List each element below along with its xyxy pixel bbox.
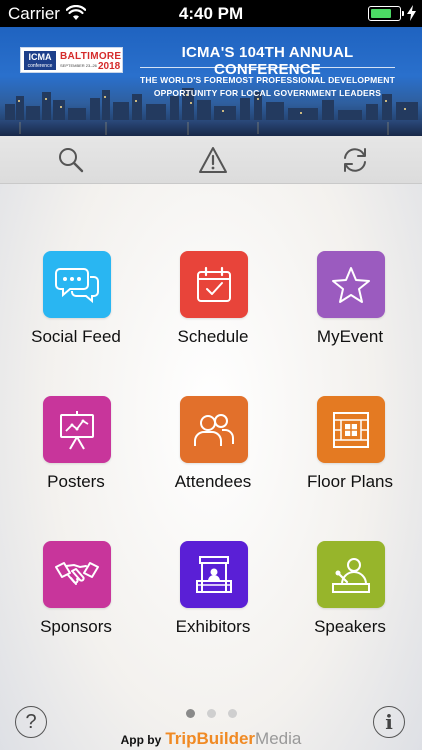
refresh-icon (344, 148, 366, 172)
menu-tile-icon-bg (43, 251, 111, 318)
menu-tile-label: Sponsors (40, 617, 112, 636)
banner-subtitle-line1: THE WORLD'S FOREMOST PROFESSIONAL DEVELO… (139, 75, 395, 85)
charging-bolt-icon (407, 5, 416, 26)
search-icon (59, 148, 84, 173)
menu-tile-social-feed[interactable]: Social Feed (11, 251, 141, 371)
icma-logo: ICMA conference (24, 51, 56, 70)
people-icon (194, 413, 234, 446)
menu-tile-exhibitors[interactable]: Exhibitors (148, 541, 278, 661)
menu-tile-posters[interactable]: Posters (11, 396, 141, 516)
warning-icon (199, 147, 227, 173)
menu-tile-label: Floor Plans (307, 472, 393, 491)
menu-tile-icon-bg (43, 541, 111, 608)
refresh-button[interactable] (338, 144, 372, 176)
menu-tile-label: Speakers (314, 617, 386, 636)
credit-brand-part2: Media (255, 729, 302, 748)
menu-tile-icon-bg (317, 251, 385, 318)
chat-bubbles-icon (55, 267, 99, 303)
app-credit: App by TripBuilderMedia (0, 729, 422, 749)
page-dot-2[interactable] (207, 709, 216, 718)
logo-org: ICMA (28, 52, 52, 62)
menu-tile-attendees[interactable]: Attendees (148, 396, 278, 516)
logo-dates: SEPTEMBER 23–26 (60, 63, 97, 68)
menu-tile-icon-bg (317, 396, 385, 463)
search-button[interactable] (54, 144, 88, 176)
menu-tile-icon-bg (180, 251, 248, 318)
menu-tile-icon-bg (43, 396, 111, 463)
clock: 4:40 PM (178, 4, 244, 23)
menu-tile-myevent[interactable]: MyEvent (285, 251, 415, 371)
menu-tile-label: Attendees (174, 472, 252, 491)
presentation-chart-icon (60, 410, 94, 450)
page-indicator[interactable] (183, 709, 243, 719)
calendar-check-icon (197, 266, 231, 302)
page-dot-1[interactable] (186, 709, 195, 718)
status-bar: Carrier 4:40 PM (0, 0, 422, 27)
booth-icon (196, 555, 232, 593)
banner-divider (140, 67, 395, 68)
credit-brand-part1: TripBuilder (165, 729, 256, 748)
speaker-icon (332, 557, 370, 593)
banner-subtitle: THE WORLD'S FOREMOST PROFESSIONAL DEVELO… (135, 74, 400, 100)
menu-tile-label: Social Feed (31, 327, 121, 346)
handshake-icon (55, 561, 99, 585)
toolbar (0, 136, 422, 184)
conference-banner: ICMA conference BALTIMORE SEPTEMBER 23–2… (0, 27, 422, 136)
logo-org-sub: conference (27, 63, 53, 69)
menu-tile-label: Schedule (177, 327, 249, 346)
menu-tile-label: Exhibitors (175, 617, 251, 636)
star-icon (332, 266, 370, 303)
alerts-button[interactable] (196, 144, 230, 176)
menu-tile-schedule[interactable]: Schedule (148, 251, 278, 371)
floor-plan-icon (333, 411, 369, 448)
menu-tile-sponsors[interactable]: Sponsors (11, 541, 141, 661)
menu-tile-icon-bg (180, 396, 248, 463)
battery-icon (368, 6, 401, 21)
banner-subtitle-line2: OPPORTUNITY FOR LOCAL GOVERNMENT LEADERS (153, 88, 382, 98)
menu-tile-icon-bg (180, 541, 248, 608)
menu-tile-floor-plans[interactable]: Floor Plans (285, 396, 415, 516)
menu-tile-label: Posters (47, 472, 105, 491)
menu-tile-speakers[interactable]: Speakers (285, 541, 415, 661)
menu-tile-label: MyEvent (316, 327, 384, 346)
credit-prefix: App by (120, 733, 162, 747)
banner-title: ICMA'S 104TH ANNUAL CONFERENCE (181, 44, 354, 78)
logo-year: 2018 (98, 61, 121, 72)
menu-tile-icon-bg (317, 541, 385, 608)
conference-logo: ICMA conference BALTIMORE SEPTEMBER 23–2… (20, 47, 123, 73)
page-dot-3[interactable] (228, 709, 237, 718)
battery-tip (402, 11, 404, 16)
